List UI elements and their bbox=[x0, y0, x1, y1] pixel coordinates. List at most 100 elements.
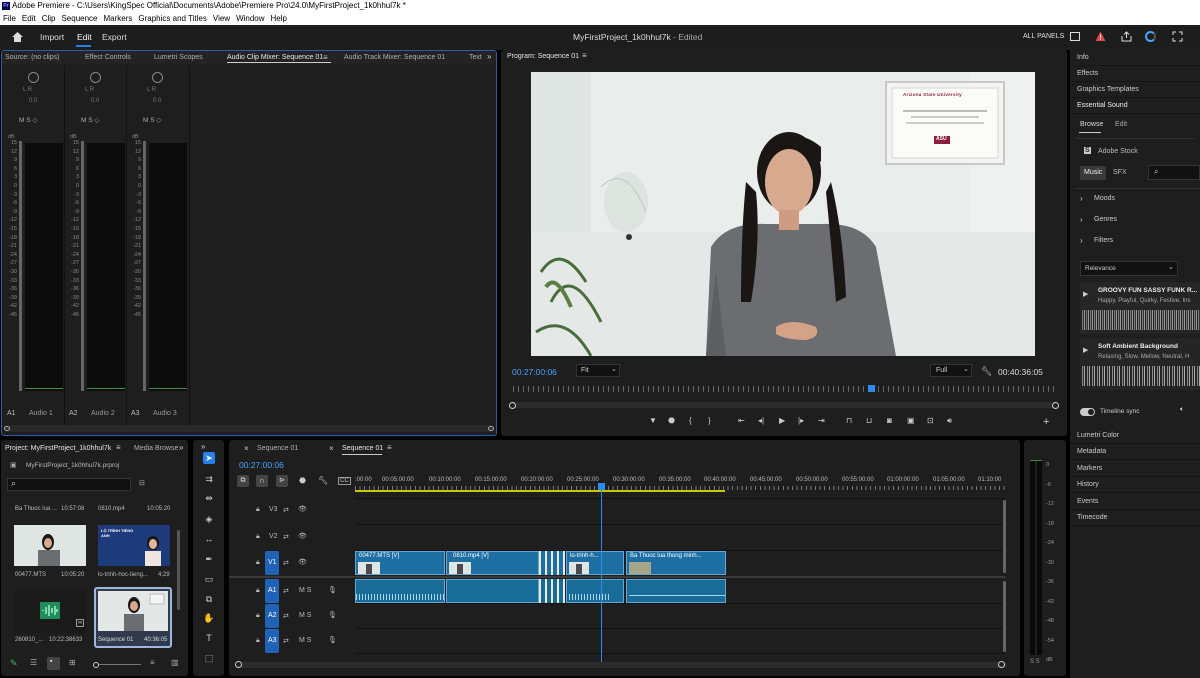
add-marker-icon[interactable]: ⬣ bbox=[299, 476, 306, 485]
fader-track-a3[interactable] bbox=[143, 141, 146, 391]
mute-solo-buttons[interactable]: M S bbox=[299, 587, 311, 594]
clip-short-segments-video[interactable] bbox=[539, 551, 565, 575]
tab-menu-icon[interactable]: ≡ bbox=[323, 53, 328, 62]
timeline-zoom-scrollbar[interactable] bbox=[237, 662, 1007, 668]
clip-00477-video[interactable]: 00477.MTS [V] bbox=[355, 551, 445, 575]
share-icon[interactable] bbox=[1121, 31, 1132, 42]
list-view-icon[interactable]: ☰ bbox=[30, 658, 37, 667]
tab-source[interactable]: Source: (no clips) bbox=[5, 54, 59, 61]
panel-layout-icon[interactable] bbox=[1070, 32, 1080, 41]
track-label-a3[interactable]: A3 bbox=[268, 637, 277, 644]
program-tab-menu-icon[interactable]: ≡ bbox=[582, 51, 587, 60]
automate-icon[interactable]: ▥ bbox=[171, 658, 179, 667]
track-label-a2[interactable]: A2 bbox=[268, 612, 277, 619]
panel-graphics-templates[interactable]: Graphics Templates bbox=[1070, 82, 1200, 98]
play-track-icon[interactable]: ▶ bbox=[1083, 290, 1088, 298]
timeline-tab-menu-icon[interactable]: ≡ bbox=[387, 443, 392, 452]
clip-lo-trinh-video[interactable]: lo-trinh-h... bbox=[566, 551, 624, 575]
eye-icon[interactable]: 👁︎ bbox=[298, 558, 307, 566]
tab-browse[interactable]: Browse bbox=[1080, 121, 1103, 128]
zoom-handle-left[interactable] bbox=[509, 402, 516, 409]
sync-lock-icon[interactable]: ⇄ bbox=[283, 559, 289, 567]
tab-sound-edit[interactable]: Edit bbox=[1115, 121, 1127, 128]
panel-info[interactable]: Info bbox=[1070, 50, 1200, 66]
track-select-tool-icon[interactable]: ⇉ bbox=[203, 473, 215, 485]
menu-help[interactable]: Help bbox=[268, 12, 290, 25]
msr-buttons-a3[interactable]: M S ◇ bbox=[143, 116, 161, 124]
panel-history[interactable]: History bbox=[1070, 477, 1200, 493]
fader-track-a2[interactable] bbox=[81, 141, 84, 391]
freeform-view-icon[interactable]: ⊞ bbox=[69, 658, 76, 667]
timeline-sync-toggle[interactable] bbox=[1080, 408, 1095, 416]
msr-buttons-a2[interactable]: M S ◇ bbox=[81, 116, 99, 124]
sync-lock-icon[interactable]: ⇄ bbox=[283, 612, 289, 620]
playhead-handle[interactable] bbox=[598, 483, 605, 490]
menu-view[interactable]: View bbox=[210, 12, 233, 25]
sync-lock-icon[interactable]: ⇄ bbox=[283, 637, 289, 645]
speech-to-text-icon[interactable]: ⧉ bbox=[203, 593, 215, 605]
settings-wrench-icon[interactable]: 🔧︎ bbox=[318, 476, 328, 485]
ripple-edit-tool-icon[interactable]: ⇹ bbox=[203, 492, 215, 504]
clip-0810-video[interactable]: 0810.mp4 [V] bbox=[446, 551, 539, 575]
extract-icon[interactable]: ⊔ bbox=[866, 416, 872, 425]
selection-tool-icon[interactable]: ➤ bbox=[203, 452, 215, 464]
program-playhead[interactable] bbox=[868, 385, 875, 392]
tab-sequence-01-a[interactable]: Sequence 01 bbox=[257, 445, 298, 452]
program-time-ruler[interactable] bbox=[513, 386, 1055, 392]
sort-dropdown[interactable]: Relevance ⌄ bbox=[1080, 261, 1178, 276]
new-bin-icon[interactable]: ⊟ bbox=[139, 479, 145, 487]
close-tab-icon[interactable]: × bbox=[244, 444, 249, 453]
tab-media-browser[interactable]: Media Browse bbox=[134, 445, 178, 452]
track-label-v3[interactable]: V3 bbox=[269, 506, 278, 513]
lock-icon[interactable]: 🔒︎ bbox=[256, 637, 260, 645]
adobe-stock-label[interactable]: Adobe Stock bbox=[1098, 148, 1138, 155]
thumbnail-lo-trinh[interactable]: LỘ TRÌNH TIẾNG ANH bbox=[98, 525, 170, 566]
track-label-v2[interactable]: V2 bbox=[269, 533, 278, 540]
quality-dropdown[interactable]: Full ⌄ bbox=[930, 364, 972, 377]
pan-knob-a1[interactable] bbox=[28, 72, 39, 83]
export-frame-icon[interactable]: ◙ bbox=[887, 416, 892, 425]
timeline-zoom-handle-right[interactable] bbox=[998, 661, 1005, 668]
more-tabs-icon[interactable]: » bbox=[179, 443, 183, 452]
music-track-card-2[interactable]: ▶ Soft Ambient Background Relaxing, Slow… bbox=[1080, 338, 1200, 390]
hand-tool-icon[interactable]: ✋ bbox=[203, 612, 215, 624]
tab-audio-clip-mixer[interactable]: Audio Clip Mixer: Sequence 01 bbox=[227, 54, 323, 61]
home-icon[interactable] bbox=[11, 31, 24, 43]
sort-icon[interactable]: ≡ bbox=[150, 658, 155, 667]
zoom-slider-handle[interactable] bbox=[93, 662, 99, 668]
captions-icon[interactable]: CC bbox=[338, 477, 351, 485]
microphone-icon[interactable]: 🎙︎ bbox=[328, 586, 337, 594]
section-moods[interactable]: Moods bbox=[1094, 195, 1115, 202]
tab-text[interactable]: Text bbox=[469, 54, 482, 61]
music-filter-button[interactable]: Music bbox=[1080, 166, 1106, 180]
thumbnail-00477[interactable] bbox=[14, 525, 86, 566]
music-track-card-1[interactable]: ▶ GROOVY FUN SASSY FUNK R... Happy, Play… bbox=[1080, 282, 1200, 334]
edit-tab[interactable]: Edit bbox=[77, 32, 92, 42]
timeline-timecode[interactable]: 00:27:00:06 bbox=[239, 460, 284, 470]
play-icon[interactable]: ▶ bbox=[779, 416, 785, 425]
clip-0810-audio[interactable] bbox=[446, 579, 539, 603]
sync-lock-icon[interactable]: ⇄ bbox=[283, 506, 289, 514]
fullscreen-icon[interactable] bbox=[1172, 31, 1183, 42]
chevron-right-icon[interactable]: › bbox=[1080, 215, 1083, 224]
track-waveform-1[interactable] bbox=[1082, 310, 1200, 330]
panel-timecode[interactable]: Timecode bbox=[1070, 510, 1200, 526]
sfx-filter-button[interactable]: SFX bbox=[1108, 166, 1130, 180]
fader-track-a1[interactable] bbox=[19, 141, 22, 391]
microphone-icon[interactable]: 🎙︎ bbox=[328, 636, 337, 644]
pan-knob-a2[interactable] bbox=[90, 72, 101, 83]
nest-sequence-icon[interactable]: ⧉ bbox=[237, 475, 249, 487]
warning-icon[interactable] bbox=[1095, 31, 1106, 42]
volume-icon[interactable]: 🔈︎ bbox=[1180, 406, 1184, 414]
menu-graphics-titles[interactable]: Graphics and Titles bbox=[135, 12, 209, 25]
pencil-icon[interactable]: ✎ bbox=[10, 658, 18, 669]
clip-00477-audio[interactable] bbox=[355, 579, 445, 603]
menu-markers[interactable]: Markers bbox=[101, 12, 136, 25]
comparison-view-icon[interactable]: ▣ bbox=[907, 416, 915, 425]
import-tab[interactable]: Import bbox=[40, 32, 64, 42]
clip-lo-trinh-audio[interactable] bbox=[566, 579, 624, 603]
export-tab[interactable]: Export bbox=[102, 32, 127, 42]
lock-icon[interactable]: 🔒︎ bbox=[256, 612, 260, 620]
menu-window[interactable]: Window bbox=[233, 12, 267, 25]
video-audio-divider[interactable] bbox=[229, 576, 1005, 578]
